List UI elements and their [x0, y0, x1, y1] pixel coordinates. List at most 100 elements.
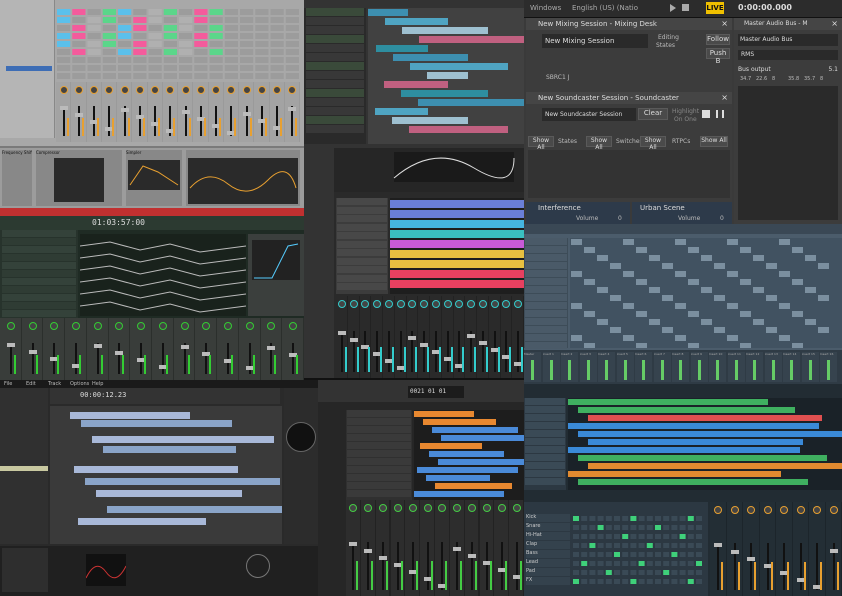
- session-clip[interactable]: [57, 33, 71, 39]
- pan-knob[interactable]: [212, 86, 221, 94]
- session-clip[interactable]: [102, 25, 116, 31]
- session-clip[interactable]: [148, 65, 162, 71]
- pan-knob[interactable]: [423, 504, 432, 512]
- session-clip[interactable]: [87, 9, 101, 15]
- session-clip[interactable]: [118, 41, 132, 47]
- region[interactable]: [74, 466, 238, 473]
- language-selector[interactable]: English (US) (Natio...: [572, 4, 638, 12]
- session-clip[interactable]: [72, 9, 86, 15]
- track-header[interactable]: [2, 310, 76, 317]
- instrument-name[interactable]: Bass: [526, 550, 570, 558]
- beat-step[interactable]: [687, 525, 694, 530]
- track-header[interactable]: [337, 274, 387, 282]
- instrument-name[interactable]: Hi-Hat: [526, 532, 570, 540]
- pattern-block[interactable]: [688, 279, 699, 285]
- mixer-insert[interactable]: Insert 5: [616, 352, 634, 382]
- pattern-block[interactable]: [675, 303, 686, 309]
- pattern-block[interactable]: [766, 295, 777, 301]
- beat-step[interactable]: [630, 543, 637, 548]
- beat-step[interactable]: [622, 570, 629, 575]
- beat-step[interactable]: [679, 525, 686, 530]
- session-clip[interactable]: [133, 25, 147, 31]
- session-clip[interactable]: [194, 73, 208, 79]
- region[interactable]: [414, 491, 504, 497]
- track-header[interactable]: [347, 482, 411, 489]
- event[interactable]: [390, 250, 524, 258]
- pan-knob[interactable]: [223, 322, 232, 330]
- session-clip[interactable]: [224, 65, 238, 71]
- session-clip[interactable]: [209, 25, 223, 31]
- pan-knob[interactable]: [180, 322, 189, 330]
- pattern-block[interactable]: [753, 255, 764, 261]
- beat-step[interactable]: [614, 525, 620, 530]
- device-frequency-shifter[interactable]: Frequency Shifter: [2, 150, 32, 206]
- instrument-name[interactable]: Clap: [526, 541, 570, 549]
- session-clip[interactable]: [148, 57, 162, 63]
- beat-step[interactable]: [663, 525, 670, 530]
- beat-step[interactable]: [581, 534, 588, 539]
- session-clip[interactable]: [118, 57, 132, 63]
- pan-knob[interactable]: [59, 86, 68, 94]
- mixer-insert[interactable]: Insert 12: [746, 352, 763, 382]
- pan-knob[interactable]: [763, 506, 772, 514]
- pattern[interactable]: [588, 415, 822, 421]
- session-clip[interactable]: [163, 49, 177, 55]
- region[interactable]: [414, 411, 474, 417]
- session-clip[interactable]: [285, 17, 299, 23]
- session-clip[interactable]: [255, 17, 269, 23]
- pan-knob[interactable]: [408, 300, 417, 308]
- pattern[interactable]: [568, 399, 768, 405]
- region[interactable]: [420, 443, 482, 449]
- session-clip[interactable]: [102, 49, 116, 55]
- beat-step[interactable]: [605, 570, 612, 575]
- beat-step[interactable]: [646, 579, 653, 584]
- beat-step[interactable]: [622, 516, 629, 521]
- region[interactable]: [441, 435, 524, 441]
- pan-knob[interactable]: [267, 322, 276, 330]
- pattern-block[interactable]: [623, 239, 634, 245]
- beat-step[interactable]: [605, 525, 612, 530]
- plugin-panner[interactable]: [246, 554, 270, 578]
- pan-knob[interactable]: [813, 506, 822, 514]
- playlist-track[interactable]: [525, 262, 567, 269]
- pan-knob[interactable]: [455, 300, 464, 308]
- pan-knob[interactable]: [105, 86, 114, 94]
- session-clip[interactable]: [194, 41, 208, 47]
- pattern-block[interactable]: [649, 319, 660, 325]
- beat-step[interactable]: [630, 552, 637, 557]
- song-track[interactable]: [525, 414, 565, 421]
- event[interactable]: [390, 200, 524, 208]
- device-eq[interactable]: [186, 150, 300, 206]
- pan-knob[interactable]: [512, 504, 521, 512]
- beat-step[interactable]: [655, 543, 661, 548]
- track-header[interactable]: [347, 466, 411, 473]
- session-clip[interactable]: [118, 65, 132, 71]
- session-clip[interactable]: [57, 25, 71, 31]
- media-item[interactable]: [375, 108, 428, 115]
- pattern-block[interactable]: [805, 319, 816, 325]
- beat-step[interactable]: [663, 516, 670, 521]
- session-clip[interactable]: [118, 49, 132, 55]
- beat-step[interactable]: [696, 570, 702, 575]
- pan-knob[interactable]: [196, 86, 205, 94]
- session-clip[interactable]: [102, 33, 116, 39]
- session-clip[interactable]: [285, 49, 299, 55]
- session-clip[interactable]: [240, 41, 254, 47]
- pan-knob[interactable]: [482, 504, 491, 512]
- beat-step[interactable]: [622, 525, 629, 530]
- session-clip[interactable]: [240, 57, 254, 63]
- track-panel[interactable]: [306, 8, 364, 16]
- pan-knob[interactable]: [227, 86, 236, 94]
- session-clip[interactable]: [72, 41, 86, 47]
- region[interactable]: [426, 475, 490, 481]
- pan-knob[interactable]: [50, 322, 59, 330]
- session-clip[interactable]: [194, 33, 208, 39]
- playlist-track[interactable]: [525, 342, 567, 349]
- pan-knob[interactable]: [115, 322, 124, 330]
- pan-knob[interactable]: [135, 86, 144, 94]
- pattern-block[interactable]: [740, 311, 751, 317]
- pattern-block[interactable]: [701, 287, 712, 293]
- session-clip[interactable]: [224, 9, 238, 15]
- session-clip[interactable]: [133, 17, 147, 23]
- pan-knob[interactable]: [349, 300, 358, 308]
